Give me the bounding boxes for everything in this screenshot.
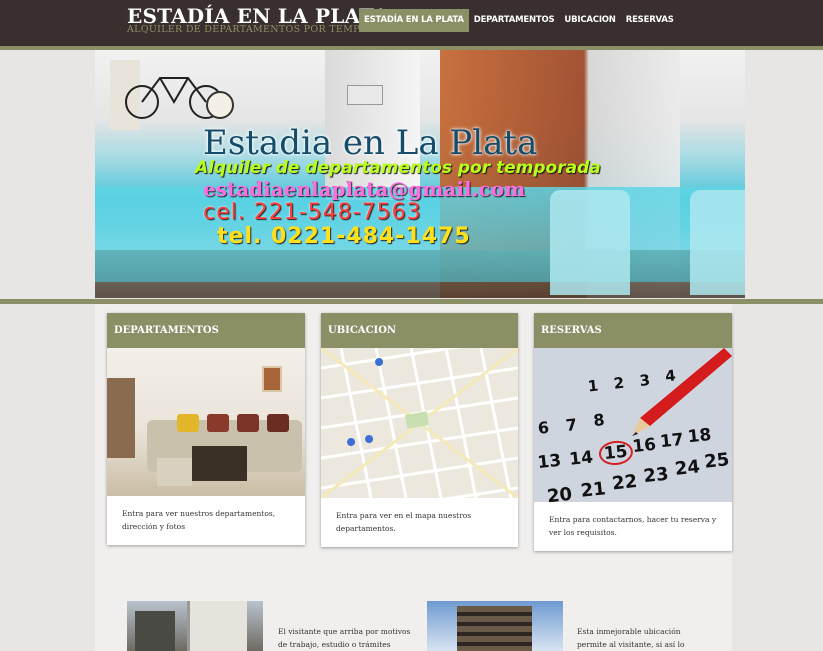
- calendar-image[interactable]: 1 2 3 4 6 7 8 13 14 15 16 17 18 20 21 22…: [534, 348, 732, 502]
- room-cushion: [177, 414, 199, 432]
- main-nav: ESTADÍA EN LA PLATA DEPARTAMENTOS UBICAC…: [359, 9, 679, 32]
- calendar-day: 29: [626, 500, 653, 502]
- calendar-day: 25: [703, 449, 731, 473]
- banner-email: estadiaenlaplata@gmail.com: [203, 177, 526, 201]
- calendar-day: 24: [673, 456, 702, 480]
- card-departamentos[interactable]: DEPARTAMENTOS Entra para ver nuestros de…: [107, 313, 305, 545]
- card-description: Entra para ver nuestros departamentos, d…: [122, 509, 276, 531]
- room-pouf: [157, 458, 192, 486]
- room-door: [107, 378, 135, 458]
- calendar-day: 14: [568, 447, 594, 470]
- nav-item-home[interactable]: ESTADÍA EN LA PLATA: [359, 9, 469, 32]
- banner-title: Estadia en La Plata: [203, 123, 538, 163]
- map-streets: [321, 348, 518, 498]
- card-description: Entra para contactarnos, hacer tu reserv…: [549, 515, 717, 537]
- banner-chair: [550, 190, 630, 295]
- banner-cellphone: cel. 221-548-7563: [203, 200, 422, 225]
- site-subtitle: ALQUILER DE DEPARTAMENTOS POR TEMPORADA: [127, 24, 398, 35]
- room-cushion: [267, 414, 289, 432]
- room-table: [192, 446, 247, 481]
- card-title[interactable]: UBICACION: [321, 313, 518, 348]
- card-title[interactable]: DEPARTAMENTOS: [107, 313, 305, 348]
- room-cushion: [237, 414, 259, 432]
- calendar-day: 20: [546, 483, 574, 502]
- nav-item-departamentos[interactable]: DEPARTAMENTOS: [469, 9, 560, 32]
- nav-item-reservas[interactable]: RESERVAS: [621, 9, 679, 32]
- calendar-day: 16: [631, 434, 658, 458]
- calendar-day: 23: [642, 463, 670, 488]
- calendar-day-highlighted: 15: [597, 439, 634, 467]
- calendar-day: 6: [536, 417, 551, 438]
- tower-photo[interactable]: [427, 601, 563, 651]
- nav-item-ubicacion[interactable]: UBICACION: [559, 9, 620, 32]
- calendar-day: 8: [592, 410, 606, 431]
- building-photo[interactable]: [127, 601, 263, 651]
- card-description: Entra para ver en el mapa nuestros depar…: [336, 511, 472, 533]
- card-reservas[interactable]: RESERVAS 1 2 3 4 6 7 8 13 14 15 16 17 18…: [534, 313, 732, 551]
- bicycle-image: [110, 60, 234, 130]
- top-bar: ESTADÍA EN LA PLATA ALQUILER DE DEPARTAM…: [0, 0, 823, 46]
- calendar-day: 13: [536, 450, 563, 474]
- building-facade: [187, 601, 247, 651]
- living-room-photo[interactable]: [107, 348, 305, 496]
- banner-phone: tel. 0221-484-1475: [217, 224, 471, 249]
- hero-banner: Estadia en La Plata Alquiler de departam…: [95, 50, 745, 298]
- banner-microwave: [347, 85, 383, 105]
- building-block: [135, 611, 175, 651]
- banner-chair: [690, 190, 745, 295]
- tower-building: [457, 606, 532, 651]
- red-pencil-icon: [632, 348, 732, 436]
- calendar-day: 22: [611, 470, 639, 495]
- card-title[interactable]: RESERVAS: [534, 313, 732, 348]
- calendar-day: 21: [579, 478, 607, 502]
- room-painting: [262, 366, 282, 392]
- visitor-description: El visitante que arriba por motivos de t…: [278, 627, 411, 649]
- room-cushion: [207, 414, 229, 432]
- banner-tagline: Alquiler de departamentos por temporada: [195, 158, 601, 178]
- location-description: Esta inmejorable ubicación permite al vi…: [577, 627, 685, 649]
- map-image[interactable]: [321, 348, 518, 498]
- calendar-day: 7: [564, 414, 578, 435]
- card-ubicacion[interactable]: UBICACION Entra para ver en el mapa nues…: [321, 313, 518, 547]
- calendar-day: 1: [586, 376, 600, 396]
